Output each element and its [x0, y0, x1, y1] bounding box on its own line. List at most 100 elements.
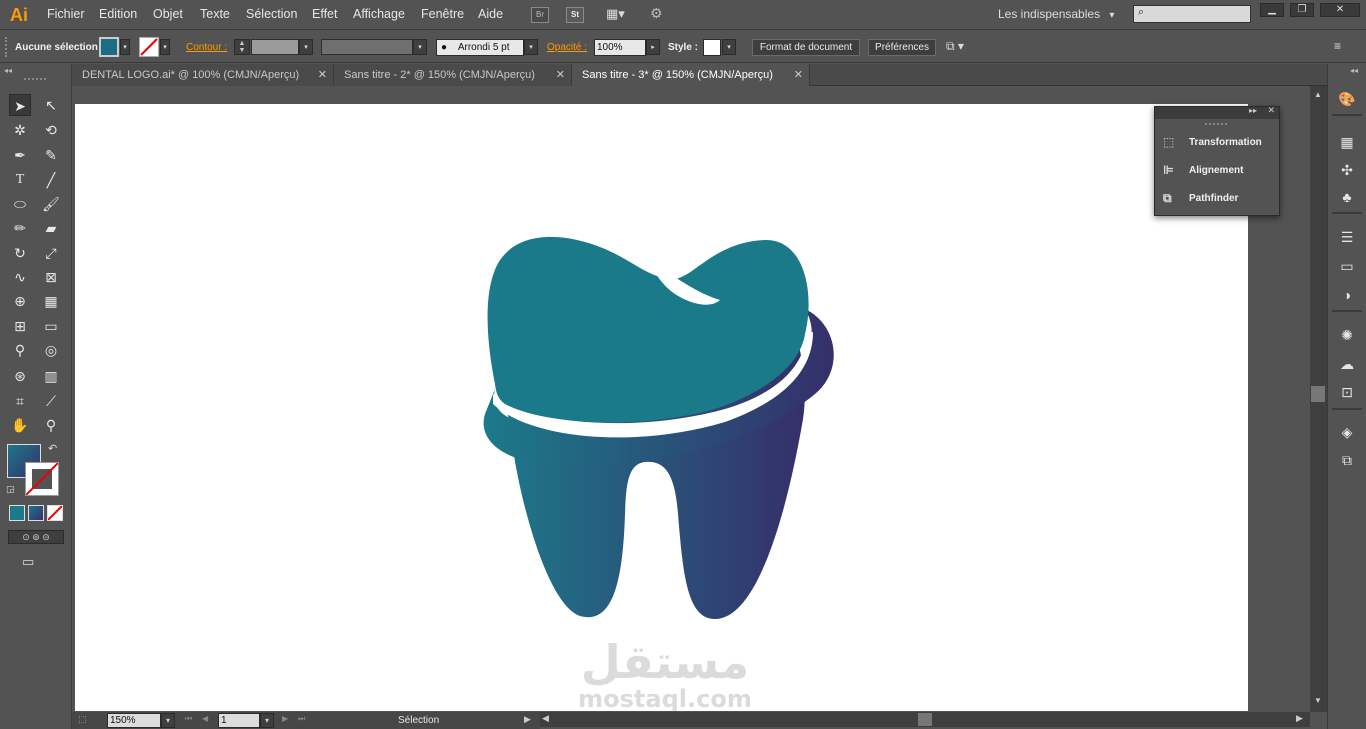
- fill-swatch[interactable]: [99, 37, 119, 57]
- asset-export-icon[interactable]: ⊡: [1336, 381, 1358, 403]
- panel-menu-icon[interactable]: ≡: [1334, 39, 1352, 55]
- expand-panel-icon[interactable]: ▸▸: [1249, 106, 1257, 115]
- blend-tool-icon[interactable]: ◎: [40, 339, 62, 361]
- first-artboard-icon[interactable]: ⏮: [185, 714, 192, 724]
- next-artboard-icon[interactable]: ▶: [282, 714, 288, 723]
- brush-definition-field[interactable]: ● Arrondi 5 pt: [436, 39, 524, 56]
- line-tool-icon[interactable]: ╱: [40, 169, 62, 191]
- zoom-tool-icon[interactable]: ⚲: [40, 414, 62, 436]
- ellipse-tool-icon[interactable]: ⬭: [9, 193, 31, 215]
- stroke-swatch[interactable]: [139, 37, 159, 57]
- document-setup-button[interactable]: Format de document: [752, 39, 860, 56]
- panel-item-alignement[interactable]: ⊫ Alignement: [1163, 160, 1243, 182]
- close-icon[interactable]: ✕: [318, 64, 327, 86]
- arrange-icon[interactable]: ⧉ ▾: [946, 39, 978, 55]
- transparency-icon[interactable]: ◑: [1336, 284, 1358, 306]
- variable-width-profile[interactable]: [321, 39, 413, 55]
- gradient-panel-icon[interactable]: ▭: [1336, 255, 1358, 277]
- artboard-tool-icon[interactable]: ⌗: [9, 390, 31, 412]
- stroke-panel-icon[interactable]: ☰: [1336, 226, 1358, 248]
- paintbrush-tool-icon[interactable]: 🖌: [40, 193, 62, 215]
- selection-tool-icon[interactable]: ➤: [9, 94, 31, 116]
- gradient-tool-icon[interactable]: ▭: [40, 315, 62, 337]
- profile-dropdown[interactable]: ▾: [413, 39, 427, 55]
- vertical-scroll-thumb[interactable]: [1311, 386, 1325, 402]
- menu-objet[interactable]: Objet: [153, 7, 183, 21]
- hand-tool-icon[interactable]: ✋: [9, 414, 31, 436]
- status-menu-icon[interactable]: ▶: [524, 714, 531, 725]
- lasso-tool-icon[interactable]: ⟲: [40, 119, 62, 141]
- menu-selection[interactable]: Sélection: [246, 7, 297, 21]
- grip-handle[interactable]: [24, 78, 46, 81]
- pencil-tool-icon[interactable]: ✏: [9, 217, 31, 239]
- artboards-icon[interactable]: ⧉: [1336, 449, 1358, 471]
- zoom-fit-icon[interactable]: ⬚: [78, 714, 87, 725]
- panel-header[interactable]: ▸▸ ✕: [1155, 105, 1279, 119]
- color-mode-icon[interactable]: [9, 505, 25, 521]
- tab-sans-titre-2[interactable]: Sans titre - 2* @ 150% (CMJN/Aperçu) ✕: [334, 64, 572, 86]
- zoom-dropdown[interactable]: ▾: [161, 713, 175, 728]
- bridge-button[interactable]: Br: [531, 7, 549, 23]
- slice-tool-icon[interactable]: ⟋: [40, 390, 62, 412]
- minimize-button[interactable]: ▁: [1260, 3, 1284, 17]
- type-tool-icon[interactable]: T: [9, 169, 31, 191]
- close-icon[interactable]: ✕: [794, 64, 803, 86]
- artboard-dropdown[interactable]: ▾: [260, 713, 274, 728]
- stroke-weight-dropdown[interactable]: ▾: [299, 39, 313, 55]
- collapse-toolbox-icon[interactable]: ◂◂: [4, 66, 12, 75]
- color-guide-icon[interactable]: 🎨: [1336, 88, 1358, 110]
- artboard[interactable]: مستقل mostaql.com: [75, 104, 1248, 713]
- brushes-icon[interactable]: ✣: [1336, 159, 1358, 181]
- collapse-dock-icon[interactable]: ◂◂: [1350, 66, 1358, 75]
- magic-wand-tool-icon[interactable]: ✲: [9, 119, 31, 141]
- scroll-down-icon[interactable]: ▼: [1314, 696, 1322, 705]
- stroke-weight-stepper[interactable]: ▲ ▼: [234, 39, 250, 55]
- horizontal-scroll-thumb[interactable]: [918, 713, 932, 726]
- symbols-icon[interactable]: ♣: [1336, 186, 1358, 208]
- last-artboard-icon[interactable]: ⏭: [298, 714, 305, 724]
- grip-handle[interactable]: [5, 37, 8, 57]
- swap-fill-stroke-icon[interactable]: ↶: [48, 442, 57, 455]
- tab-sans-titre-3[interactable]: Sans titre - 3* @ 150% (CMJN/Aperçu) ✕: [572, 64, 810, 86]
- stroke-color-box[interactable]: [25, 462, 59, 496]
- prev-artboard-icon[interactable]: ◀: [202, 714, 208, 723]
- menu-affichage[interactable]: Affichage: [353, 7, 405, 21]
- vertical-scrollbar[interactable]: ▲ ▼: [1310, 86, 1327, 712]
- close-icon[interactable]: ✕: [1267, 105, 1275, 116]
- search-input[interactable]: ⌕: [1133, 5, 1251, 23]
- zoom-field[interactable]: 150%: [107, 713, 161, 728]
- scroll-left-icon[interactable]: ◀: [542, 713, 549, 724]
- horizontal-scrollbar[interactable]: ◀ ▶: [540, 712, 1310, 727]
- panel-item-pathfinder[interactable]: ⧉ Pathfinder: [1163, 188, 1238, 210]
- curvature-tool-icon[interactable]: ✎: [40, 144, 62, 166]
- pen-tool-icon[interactable]: ✒: [9, 144, 31, 166]
- opacity-label[interactable]: Opacité :: [547, 42, 587, 53]
- swatches-icon[interactable]: ▦: [1336, 131, 1358, 153]
- appearance-icon[interactable]: ✺: [1336, 324, 1358, 346]
- scale-tool-icon[interactable]: ⤢: [40, 242, 62, 264]
- workspace-switcher[interactable]: Les indispensables ▾: [998, 7, 1114, 21]
- preferences-button[interactable]: Préférences: [868, 39, 936, 56]
- direct-selection-tool-icon[interactable]: ↖: [40, 94, 62, 116]
- close-window-button[interactable]: ✕: [1320, 3, 1360, 17]
- style-dropdown[interactable]: ▾: [722, 39, 736, 55]
- contour-label[interactable]: Contour :: [186, 42, 227, 53]
- menu-edition[interactable]: Edition: [99, 7, 137, 21]
- menu-texte[interactable]: Texte: [200, 7, 230, 21]
- eyedropper-tool-icon[interactable]: ⚲: [9, 339, 31, 361]
- eraser-tool-icon[interactable]: ▰: [40, 217, 62, 239]
- opacity-input[interactable]: 100%: [594, 39, 646, 56]
- menu-aide[interactable]: Aide: [478, 7, 503, 21]
- menu-fichier[interactable]: Fichier: [47, 7, 85, 21]
- symbol-sprayer-tool-icon[interactable]: ⊛: [9, 365, 31, 387]
- brush-dropdown[interactable]: ▾: [524, 39, 538, 55]
- artboard-number-field[interactable]: 1: [218, 713, 260, 728]
- scroll-up-icon[interactable]: ▲: [1314, 90, 1322, 99]
- menu-fenetre[interactable]: Fenêtre: [421, 7, 464, 21]
- warp-tool-icon[interactable]: ∿: [9, 266, 31, 288]
- layers-icon[interactable]: ◈: [1336, 421, 1358, 443]
- opacity-slider-button[interactable]: ▸: [646, 39, 660, 55]
- tab-dental-logo[interactable]: DENTAL LOGO.ai* @ 100% (CMJN/Aperçu) ✕: [72, 64, 334, 86]
- close-icon[interactable]: ✕: [556, 64, 565, 86]
- scroll-right-icon[interactable]: ▶: [1296, 713, 1303, 724]
